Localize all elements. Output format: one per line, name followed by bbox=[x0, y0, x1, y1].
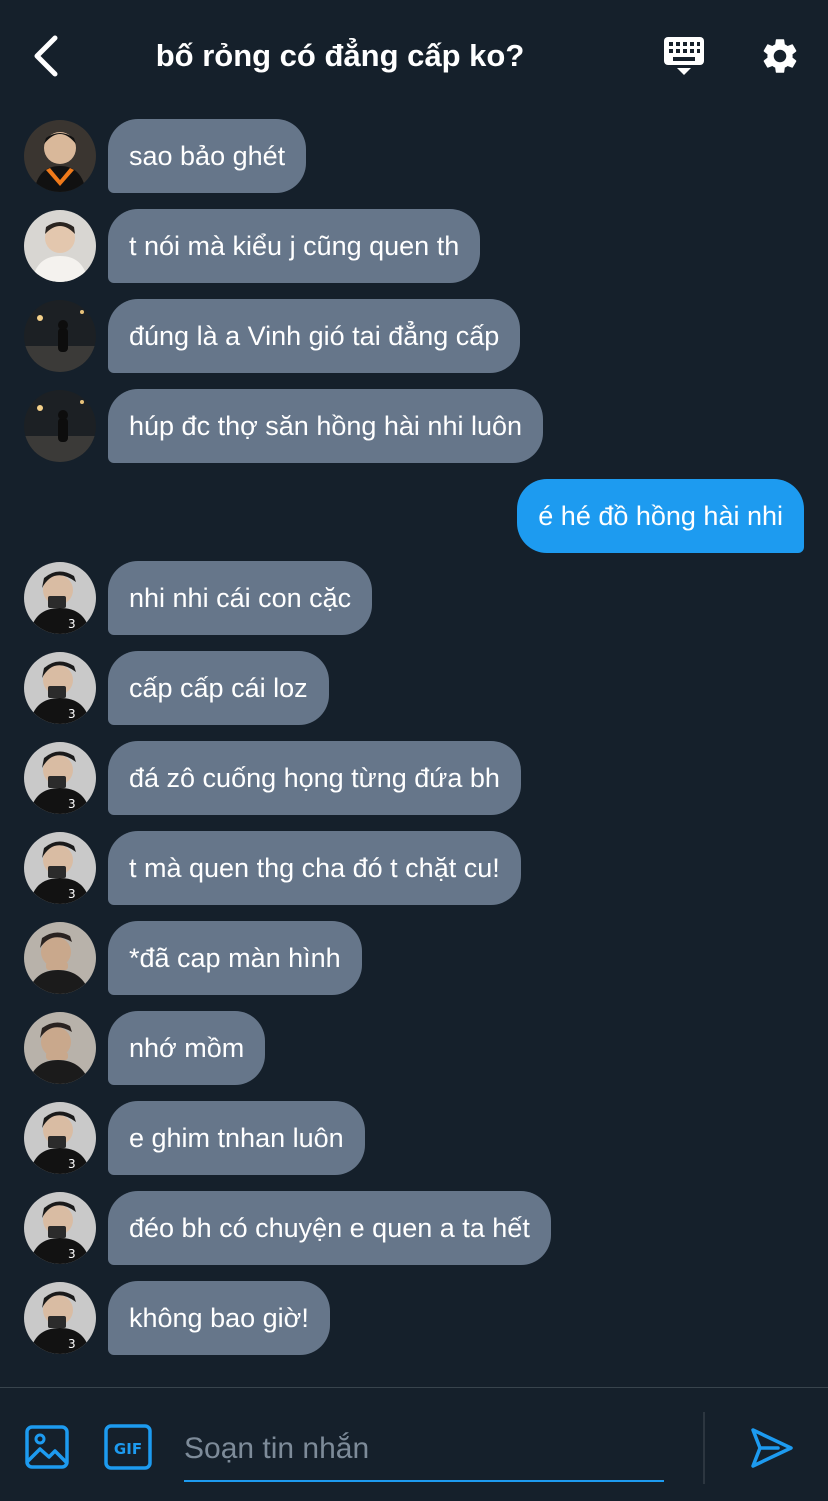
message-bubble[interactable]: không bao giờ! bbox=[108, 1281, 330, 1355]
message-bubble[interactable]: đúng là a Vinh gió tai đẳng cấp bbox=[108, 299, 521, 373]
message-bubble[interactable]: cấp cấp cái loz bbox=[108, 651, 329, 725]
message-row: 3 đéo bh có chuyện e quen a ta hết bbox=[0, 1191, 828, 1265]
avatar-2-image bbox=[24, 210, 96, 282]
svg-text:3: 3 bbox=[68, 797, 76, 811]
avatar-4-image: 3 bbox=[24, 562, 96, 634]
add-photo-button[interactable] bbox=[24, 1424, 70, 1470]
avatar[interactable]: 3 bbox=[24, 832, 96, 904]
gif-icon: GIF bbox=[104, 1424, 152, 1470]
svg-text:3: 3 bbox=[68, 707, 76, 721]
message-row: *đã cap màn hình bbox=[0, 921, 828, 995]
avatar[interactable] bbox=[24, 210, 96, 282]
message-row: 3 nhi nhi cái con cặc bbox=[0, 561, 828, 635]
avatar[interactable] bbox=[24, 120, 96, 192]
avatar[interactable] bbox=[24, 300, 96, 372]
avatar-3-image bbox=[24, 300, 96, 372]
message-row: húp đc thợ săn hồng hài nhi luôn bbox=[0, 389, 828, 463]
message-list[interactable]: sao bảo ghét t nói mà kiểu j cũng quen t… bbox=[0, 0, 828, 1388]
gif-button[interactable]: GIF bbox=[104, 1424, 152, 1470]
message-composer: GIF bbox=[0, 1387, 828, 1501]
message-row: 3 t mà quen thg cha đó t chặt cu! bbox=[0, 831, 828, 905]
message-row: sao bảo ghét bbox=[0, 119, 828, 193]
svg-text:3: 3 bbox=[68, 1247, 76, 1261]
message-row: 3 e ghim tnhan luôn bbox=[0, 1101, 828, 1175]
message-row: nhớ mồm bbox=[0, 1011, 828, 1085]
svg-text:3: 3 bbox=[68, 1157, 76, 1171]
message-bubble[interactable]: nhớ mồm bbox=[108, 1011, 266, 1085]
avatar-1-image bbox=[24, 120, 96, 192]
avatar-4-image: 3 bbox=[24, 1102, 96, 1174]
sent-message-bubble[interactable]: é hé đồ hồng hài nhi bbox=[517, 479, 804, 553]
message-row: đúng là a Vinh gió tai đẳng cấp bbox=[0, 299, 828, 373]
avatar[interactable]: 3 bbox=[24, 1102, 96, 1174]
message-bubble[interactable]: *đã cap màn hình bbox=[108, 921, 362, 995]
composer-divider bbox=[703, 1412, 705, 1484]
message-bubble[interactable]: đá zô cuống họng từng đứa bh bbox=[108, 741, 521, 815]
avatar[interactable]: 3 bbox=[24, 1282, 96, 1354]
avatar-4-image: 3 bbox=[24, 652, 96, 724]
message-row: 3 không bao giờ! bbox=[0, 1281, 828, 1355]
avatar-4-image: 3 bbox=[24, 832, 96, 904]
message-bubble[interactable]: e ghim tnhan luôn bbox=[108, 1101, 365, 1175]
avatar[interactable] bbox=[24, 922, 96, 994]
svg-text:3: 3 bbox=[68, 887, 76, 901]
send-button[interactable] bbox=[748, 1424, 796, 1472]
message-bubble[interactable]: đéo bh có chuyện e quen a ta hết bbox=[108, 1191, 551, 1265]
message-row-sent: é hé đồ hồng hài nhi bbox=[0, 479, 828, 553]
message-bubble[interactable]: t mà quen thg cha đó t chặt cu! bbox=[108, 831, 521, 905]
avatar[interactable]: 3 bbox=[24, 562, 96, 634]
avatar-4-image: 3 bbox=[24, 742, 96, 814]
gif-label: GIF bbox=[114, 1440, 142, 1458]
avatar-3-image bbox=[24, 390, 96, 462]
send-icon bbox=[751, 1428, 793, 1468]
avatar[interactable] bbox=[24, 390, 96, 462]
svg-text:3: 3 bbox=[68, 617, 76, 631]
message-bubble[interactable]: húp đc thợ săn hồng hài nhi luôn bbox=[108, 389, 544, 463]
message-bubble[interactable]: nhi nhi cái con cặc bbox=[108, 561, 373, 635]
image-icon bbox=[25, 1425, 69, 1469]
avatar-4-image: 3 bbox=[24, 1192, 96, 1264]
message-bubble[interactable]: sao bảo ghét bbox=[108, 119, 307, 193]
avatar-5-image bbox=[24, 1012, 96, 1084]
message-row: 3 cấp cấp cái loz bbox=[0, 651, 828, 725]
message-row: t nói mà kiểu j cũng quen th bbox=[0, 209, 828, 283]
avatar-4-image: 3 bbox=[24, 1282, 96, 1354]
avatar[interactable]: 3 bbox=[24, 652, 96, 724]
message-input[interactable] bbox=[184, 1418, 664, 1482]
message-row: 3 đá zô cuống họng từng đứa bh bbox=[0, 741, 828, 815]
avatar[interactable] bbox=[24, 1012, 96, 1084]
message-bubble[interactable]: t nói mà kiểu j cũng quen th bbox=[108, 209, 481, 283]
avatar-5-image bbox=[24, 922, 96, 994]
svg-text:3: 3 bbox=[68, 1337, 76, 1351]
avatar[interactable]: 3 bbox=[24, 1192, 96, 1264]
avatar[interactable]: 3 bbox=[24, 742, 96, 814]
